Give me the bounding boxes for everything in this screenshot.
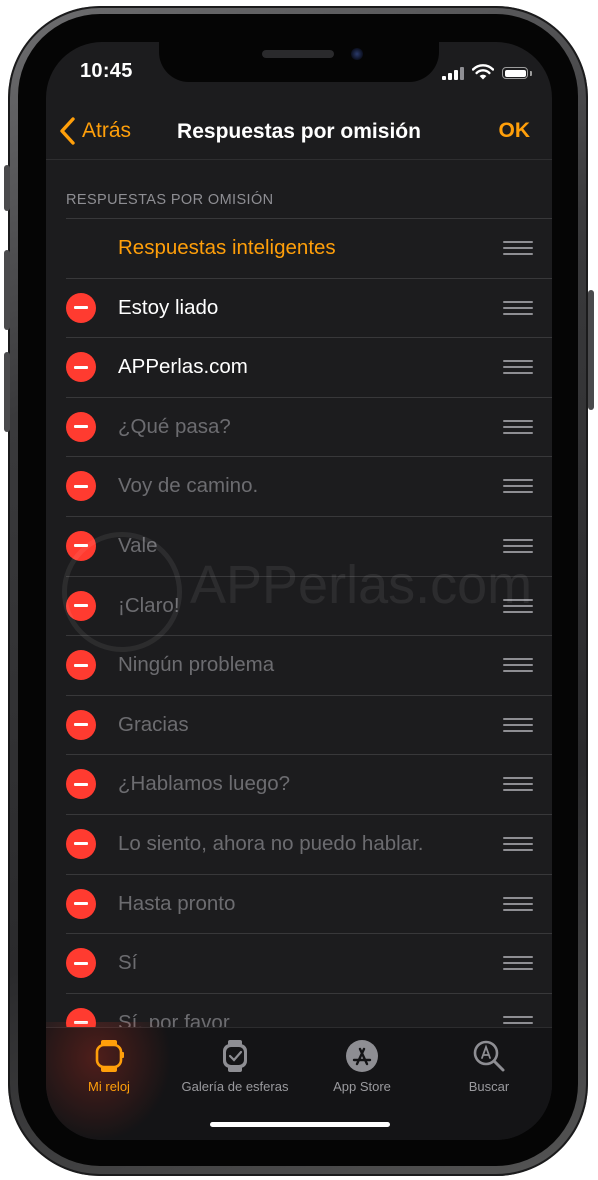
speaker-grille: [262, 50, 334, 58]
home-indicator[interactable]: [210, 1122, 390, 1127]
watch-icon: [95, 1040, 124, 1072]
side-button: [588, 290, 594, 410]
list-item-label: Vale: [118, 533, 158, 557]
list-item-label: Estoy liado: [118, 295, 219, 319]
battery-icon: [502, 67, 528, 79]
reorder-handle-icon[interactable]: [503, 360, 533, 375]
screen: 10:45 Atrás Respuestas por omisión OK RE…: [46, 42, 552, 1140]
list-item-label: Gracias: [118, 712, 189, 736]
cellular-signal-icon: [442, 67, 464, 80]
delete-button[interactable]: [66, 292, 96, 323]
app-store-icon: [346, 1040, 378, 1072]
list-item[interactable]: ¡Claro!: [46, 575, 552, 636]
reorder-handle-icon[interactable]: [503, 300, 533, 315]
navbar-divider: [46, 159, 552, 160]
list-item[interactable]: Voy de camino.: [46, 456, 552, 516]
delete-button[interactable]: [66, 590, 96, 621]
tab-app-store[interactable]: App Store: [299, 1038, 425, 1094]
navigation-bar: Atrás Respuestas por omisión OK: [46, 102, 552, 160]
delete-button[interactable]: [66, 471, 96, 502]
delete-button[interactable]: [66, 530, 96, 561]
delete-button[interactable]: [66, 650, 96, 681]
list-item-label: APPerlas.com: [118, 355, 248, 379]
battery-cap: [530, 71, 532, 76]
section-header: RESPUESTAS POR OMISIÓN: [66, 192, 274, 208]
tab-label: App Store: [333, 1079, 391, 1094]
list-item[interactable]: ¿Qué pasa?: [46, 396, 552, 457]
reorder-handle-icon[interactable]: [503, 836, 533, 851]
delete-button[interactable]: [66, 948, 96, 979]
list-item[interactable]: Sí: [46, 933, 552, 993]
reorder-handle-icon[interactable]: [503, 479, 533, 494]
reorder-handle-icon[interactable]: [503, 956, 533, 971]
list-item[interactable]: APPerlas.com: [46, 337, 552, 397]
delete-button[interactable]: [66, 352, 96, 383]
notch: [159, 42, 439, 82]
silent-switch: [4, 165, 10, 211]
reorder-handle-icon[interactable]: [503, 717, 533, 732]
tab-mi-reloj[interactable]: Mi reloj: [46, 1038, 172, 1094]
list-item[interactable]: Gracias: [46, 694, 552, 755]
list-item-label: Lo siento, ahora no puedo hablar.: [118, 831, 424, 855]
reorder-handle-icon[interactable]: [503, 658, 533, 673]
replies-list: Respuestas inteligentes Estoy liado APPe…: [46, 218, 552, 1052]
list-item[interactable]: Lo siento, ahora no puedo hablar.: [46, 813, 552, 874]
list-item-label: ¿Qué pasa?: [118, 414, 231, 438]
tab-buscar[interactable]: Buscar: [426, 1038, 552, 1094]
reorder-handle-icon[interactable]: [503, 241, 533, 255]
tab-label: Buscar: [468, 1079, 510, 1094]
tab-label: Galería de esferas: [181, 1079, 289, 1094]
list-item-label: Voy de camino.: [118, 474, 259, 498]
delete-button[interactable]: [66, 709, 96, 740]
delete-button[interactable]: [66, 769, 96, 800]
volume-down-button: [4, 352, 10, 432]
delete-button[interactable]: [66, 411, 96, 442]
tab-label: Mi reloj: [88, 1079, 130, 1094]
list-item[interactable]: Vale: [46, 515, 552, 576]
list-item-label: ¿Hablamos luego?: [118, 772, 291, 796]
page-title: Respuestas por omisión: [177, 120, 421, 143]
list-item-label: Hasta pronto: [118, 891, 236, 915]
reorder-handle-icon[interactable]: [503, 538, 533, 553]
list-item-label: ¡Claro!: [118, 593, 180, 617]
volume-up-button: [4, 250, 10, 330]
ok-button[interactable]: OK: [499, 119, 531, 143]
smart-replies-row[interactable]: Respuestas inteligentes: [46, 218, 552, 278]
reorder-handle-icon[interactable]: [503, 896, 533, 911]
reorder-handle-icon[interactable]: [503, 598, 533, 613]
reorder-handle-icon[interactable]: [503, 777, 533, 792]
list-item[interactable]: ¿Hablamos luego?: [46, 754, 552, 814]
front-camera: [351, 48, 363, 60]
watch-face-gallery-icon: [223, 1040, 247, 1072]
smart-replies-label: Respuestas inteligentes: [118, 236, 336, 259]
list-item[interactable]: Hasta pronto: [46, 873, 552, 934]
list-item-label: Ningún problema: [118, 653, 275, 677]
reorder-handle-icon[interactable]: [503, 419, 533, 434]
search-icon: [473, 1040, 505, 1072]
delete-button[interactable]: [66, 888, 96, 919]
tab-galeria-de-esferas[interactable]: Galería de esferas: [172, 1038, 298, 1094]
list-item[interactable]: Ningún problema: [46, 635, 552, 695]
status-time: 10:45: [80, 60, 133, 82]
list-item-label: Sí: [118, 951, 138, 975]
wifi-icon: [472, 64, 494, 80]
list-item[interactable]: Estoy liado: [46, 277, 552, 338]
delete-button[interactable]: [66, 828, 96, 859]
